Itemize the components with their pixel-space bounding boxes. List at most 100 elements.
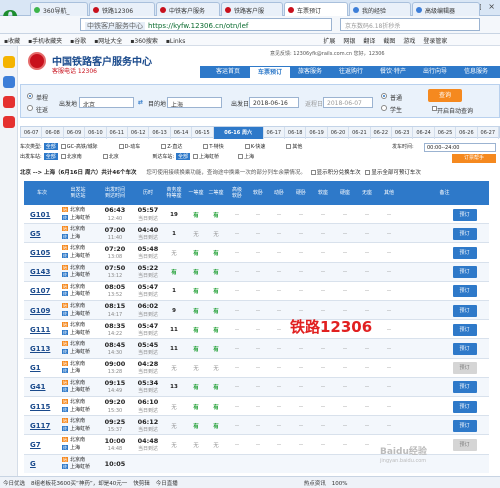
weibo-icon[interactable]: [3, 96, 15, 108]
date-tab[interactable]: 06-14: [171, 127, 193, 139]
trip-oneway-radio[interactable]: [27, 93, 33, 99]
browser-tab[interactable]: 铁路客户服: [221, 2, 283, 16]
train-number-link[interactable]: G41: [24, 378, 60, 397]
book-button[interactable]: 预订: [452, 362, 477, 375]
seat-availability[interactable]: 无: [206, 435, 226, 454]
seat-availability[interactable]: 有: [186, 282, 206, 301]
book-button[interactable]: 预订: [452, 285, 477, 298]
date-tab[interactable]: 06-08: [42, 127, 64, 139]
nav-item[interactable]: 客运首页: [206, 66, 250, 78]
order-helper-button[interactable]: 订票帮手: [452, 154, 496, 163]
toolbar-item[interactable]: 截图: [383, 38, 395, 45]
seat-availability[interactable]: 无: [186, 359, 206, 378]
bookmark-item[interactable]: ▪网址大全: [94, 38, 122, 45]
date-tab[interactable]: 06-09: [64, 127, 86, 139]
filter-checkbox[interactable]: [244, 144, 250, 149]
column-header[interactable]: 商务座 特等座: [162, 181, 186, 205]
book-button[interactable]: 预订: [452, 438, 477, 451]
book-button[interactable]: 预订: [452, 246, 477, 259]
date-tab[interactable]: 06-16 周六: [213, 127, 264, 139]
nav-item[interactable]: 餐饮·特产: [372, 66, 414, 78]
seat-availability[interactable]: 1: [162, 224, 186, 243]
filter-checkbox[interactable]: [193, 154, 199, 159]
browser-search-input[interactable]: 京东数码6.18折秒杀: [340, 18, 480, 31]
train-number-link[interactable]: G115: [24, 397, 60, 416]
from-input[interactable]: 北京: [79, 97, 134, 108]
sidebar-app-icon[interactable]: [3, 76, 15, 88]
train-number-link[interactable]: G5: [24, 224, 60, 243]
seat-availability[interactable]: 9: [162, 301, 186, 320]
seat-availability[interactable]: 有: [206, 416, 226, 435]
date-tab[interactable]: 06-19: [306, 127, 328, 139]
bookmark-item[interactable]: ▪360搜索: [130, 38, 158, 45]
seat-availability[interactable]: 无: [162, 416, 186, 435]
ticket-student-radio[interactable]: [381, 105, 387, 111]
trip-return-radio[interactable]: [27, 105, 33, 111]
column-header[interactable]: 二等座: [206, 181, 226, 205]
column-header[interactable]: 其他: [378, 181, 400, 205]
train-number-link[interactable]: G107: [24, 282, 60, 301]
column-header[interactable]: 一等座: [186, 181, 206, 205]
train-type-all[interactable]: 全部: [43, 143, 58, 150]
browser-tab[interactable]: 高级编辑器: [412, 2, 480, 16]
seat-availability[interactable]: 无: [162, 397, 186, 416]
nav-item[interactable]: 旅客服务: [290, 66, 330, 78]
book-button[interactable]: 预订: [452, 419, 477, 432]
filter-checkbox[interactable]: [102, 154, 108, 159]
date-tab[interactable]: 06-26: [456, 127, 478, 139]
filter-checkbox[interactable]: [203, 144, 209, 149]
book-button[interactable]: 预订: [452, 342, 477, 355]
seat-availability[interactable]: 有: [186, 205, 206, 224]
column-header[interactable]: 车次: [24, 181, 60, 205]
browser-tab[interactable]: 我的经验: [349, 2, 411, 16]
train-number-link[interactable]: G105: [24, 243, 60, 262]
all-bookable-checkbox[interactable]: [365, 170, 371, 175]
search-button[interactable]: 查询: [428, 89, 462, 102]
column-header[interactable]: 硬卧: [290, 181, 312, 205]
status-item[interactable]: 热点资讯: [304, 481, 326, 487]
seat-availability[interactable]: 有: [206, 205, 226, 224]
toolbar-item[interactable]: 翻译: [363, 38, 375, 45]
status-item[interactable]: 今日直播: [156, 481, 178, 487]
date-tab[interactable]: 06-11: [107, 127, 128, 139]
seat-availability[interactable]: 有: [206, 320, 226, 339]
swap-icon[interactable]: ⇄: [138, 99, 143, 106]
seat-availability[interactable]: 无: [162, 435, 186, 454]
filter-checkbox[interactable]: [118, 144, 124, 149]
seat-availability[interactable]: 有: [186, 320, 206, 339]
nav-item[interactable]: 出行向导: [414, 66, 456, 78]
bookmark-item[interactable]: ▪收藏: [4, 38, 20, 45]
train-number-link[interactable]: G109: [24, 301, 60, 320]
train-number-link[interactable]: G143: [24, 263, 60, 282]
column-header[interactable]: 无座: [356, 181, 378, 205]
nav-item[interactable]: 信息服务: [456, 66, 496, 78]
date-tab[interactable]: 06-18: [285, 127, 307, 139]
seat-availability[interactable]: 11: [162, 339, 186, 358]
column-header[interactable]: 软卧: [248, 181, 268, 205]
seat-availability[interactable]: 无: [206, 224, 226, 243]
date-tab[interactable]: 06-07: [21, 127, 43, 139]
seat-availability[interactable]: 无: [206, 359, 226, 378]
bookmark-item[interactable]: ▪谷歌: [70, 38, 86, 45]
from-station-all[interactable]: 全部: [43, 153, 58, 160]
seat-availability[interactable]: 有: [162, 263, 186, 282]
book-button[interactable]: 预订: [452, 266, 477, 279]
column-header[interactable]: 历时: [134, 181, 162, 205]
bookmark-item[interactable]: ▪Links: [166, 38, 185, 45]
train-number-link[interactable]: G101: [24, 205, 60, 224]
date-tab[interactable]: 06-10: [85, 127, 107, 139]
seat-availability[interactable]: 11: [162, 320, 186, 339]
seat-availability[interactable]: 有: [186, 416, 206, 435]
seat-availability[interactable]: 有: [186, 243, 206, 262]
date-input[interactable]: 2018-06-16: [249, 97, 299, 108]
nav-item[interactable]: 车票预订: [250, 66, 290, 78]
date-tab[interactable]: 06-24: [413, 127, 435, 139]
filter-checkbox[interactable]: [238, 154, 244, 159]
date-tab[interactable]: 06-17: [264, 127, 285, 139]
book-button[interactable]: 预订: [452, 304, 477, 317]
seat-availability[interactable]: 有: [206, 301, 226, 320]
points-checkbox[interactable]: [310, 170, 316, 175]
seat-availability[interactable]: [162, 455, 186, 473]
seat-availability[interactable]: 有: [186, 339, 206, 358]
column-header[interactable]: 动卧: [268, 181, 290, 205]
